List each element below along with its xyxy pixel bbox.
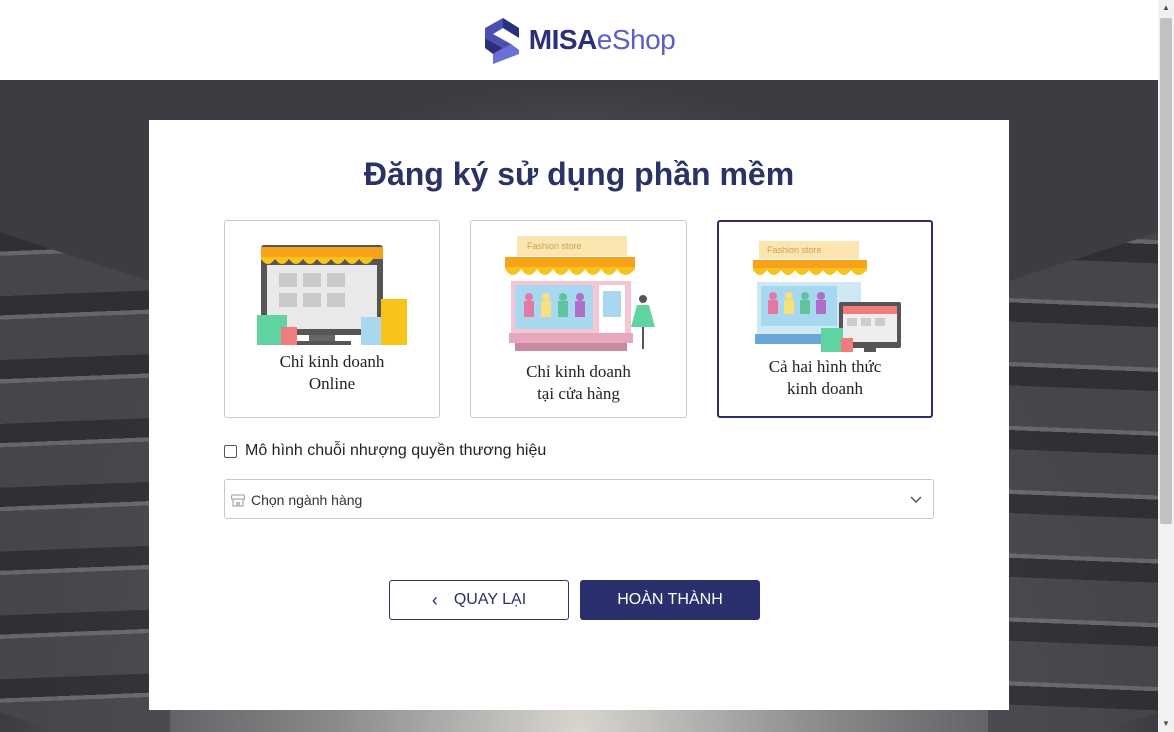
store-sign-text: Fashion store	[527, 241, 582, 251]
industry-select-placeholder: Chọn ngành hàng	[251, 492, 363, 508]
option-both-label: Cả hai hình thức kinh doanh	[768, 357, 882, 398]
registration-card: Đăng ký sử dụng phần mềm Chỉ kinh doanh …	[149, 120, 1009, 710]
franchise-checkbox-row[interactable]: Mô hình chuỗi nhượng quyền thương hiệu	[224, 442, 546, 460]
online-shop-illustration-icon	[257, 245, 407, 345]
store-and-online-illustration-icon: Fashion store	[753, 241, 901, 352]
industry-select[interactable]: Chọn ngành hàng	[224, 479, 934, 519]
background-shelf-left	[0, 232, 170, 732]
page-title: Đăng ký sử dụng phần mềm	[363, 156, 795, 192]
option-store-label: Chỉ kinh doanh tại cửa hàng	[526, 362, 631, 403]
store-sign-text: Fashion store	[767, 245, 822, 255]
misa-eshop-logo[interactable]: MISAeShop	[481, 14, 676, 66]
chevron-down-icon	[910, 496, 922, 504]
option-both[interactable]: Fashion store Cả hai hình thức kinh doan…	[717, 220, 933, 418]
background-shelf-right	[988, 232, 1158, 732]
logo-eshop-text: eShop	[596, 24, 676, 55]
chevron-left-icon: ‹	[431, 589, 438, 610]
back-button[interactable]: ‹ QUAY LẠI	[389, 580, 569, 620]
franchise-checkbox-label[interactable]: Mô hình chuỗi nhượng quyền thương hiệu	[245, 442, 546, 460]
back-button-label: QUAY LẠI	[453, 591, 527, 608]
scroll-down-arrow-icon[interactable]: ▼	[1158, 716, 1174, 732]
finish-button[interactable]: HOÀN THÀNH	[580, 580, 760, 620]
franchise-checkbox[interactable]	[224, 444, 237, 458]
option-online-only[interactable]: Chỉ kinh doanh Online	[224, 220, 440, 418]
finish-button-label: HOÀN THÀNH	[617, 591, 723, 608]
logo-misa-text: MISA	[528, 24, 598, 55]
store-icon	[231, 494, 245, 507]
app-header: MISAeShop	[0, 0, 1158, 80]
fashion-store-illustration-icon: Fashion store	[505, 236, 655, 351]
option-online-label: Chỉ kinh doanh Online	[279, 352, 385, 393]
scroll-up-arrow-icon[interactable]: ▲	[1158, 0, 1174, 16]
misa-logo-icon	[484, 18, 519, 64]
scrollbar-thumb[interactable]	[1160, 18, 1172, 524]
option-store-only[interactable]: Fashion store Chỉ kinh doanh tại cửa hàn…	[470, 220, 687, 418]
